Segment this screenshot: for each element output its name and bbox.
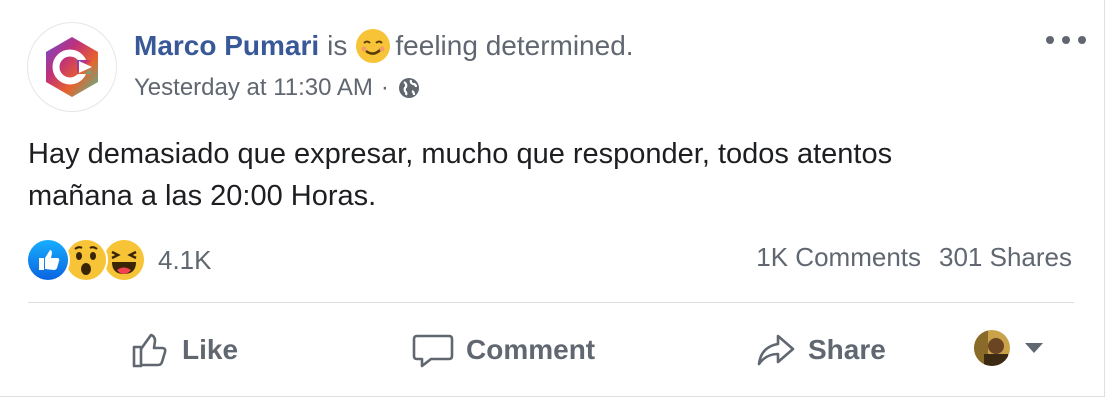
post-card: Marco Pumari is feeling determined. Yest… [0, 0, 1105, 397]
author-name[interactable]: Marco Pumari [134, 28, 319, 64]
brand-logo-icon [46, 37, 98, 97]
share-button[interactable]: Share [756, 318, 886, 382]
globe-icon[interactable] [397, 76, 421, 100]
shares-count[interactable]: 301 Shares [939, 242, 1072, 273]
comments-count[interactable]: 1K Comments [756, 242, 921, 273]
timestamp[interactable]: Yesterday at 11:30 AM [134, 72, 373, 104]
is-text: is [327, 30, 348, 61]
separator: · [380, 74, 389, 101]
user-avatar [974, 330, 1010, 366]
post-header: Marco Pumari is feeling determined. [134, 28, 634, 64]
page-avatar[interactable] [27, 22, 117, 112]
share-arrow-icon [757, 334, 795, 366]
smirk-emoji-icon [356, 29, 391, 63]
reaction-count[interactable]: 4.1K [158, 245, 212, 276]
feeling-text[interactable]: feeling determined. [395, 28, 633, 64]
like-reaction-icon [26, 238, 70, 282]
engagement-counts: 1K Comments 301 Shares [756, 242, 1072, 273]
comment-bubble-icon [412, 334, 454, 368]
comment-label: Comment [466, 334, 596, 365]
post-body-line: mañana a las 20:00 Horas. [28, 180, 377, 212]
more-options-icon[interactable] [1046, 28, 1086, 52]
reactions-summary[interactable]: 4.1K [26, 238, 212, 282]
post-meta: Yesterday at 11:30 AM · [134, 72, 421, 104]
wow-reaction-icon [64, 238, 108, 282]
divider [28, 302, 1074, 303]
post-as-selector[interactable] [974, 330, 1044, 366]
haha-reaction-icon [102, 238, 146, 282]
comment-button[interactable]: Comment [412, 318, 595, 382]
share-label: Share [808, 334, 886, 365]
action-bar: Like Comment Share [0, 318, 1104, 382]
like-button[interactable]: Like [130, 318, 238, 382]
post-body-line: Hay demasiado que expresar, mucho que re… [28, 138, 893, 170]
post-body: Hay demasiado que expresar, mucho que re… [28, 133, 1078, 217]
thumbs-up-icon [132, 333, 167, 368]
chevron-down-icon [1025, 343, 1043, 353]
like-label: Like [182, 334, 239, 365]
